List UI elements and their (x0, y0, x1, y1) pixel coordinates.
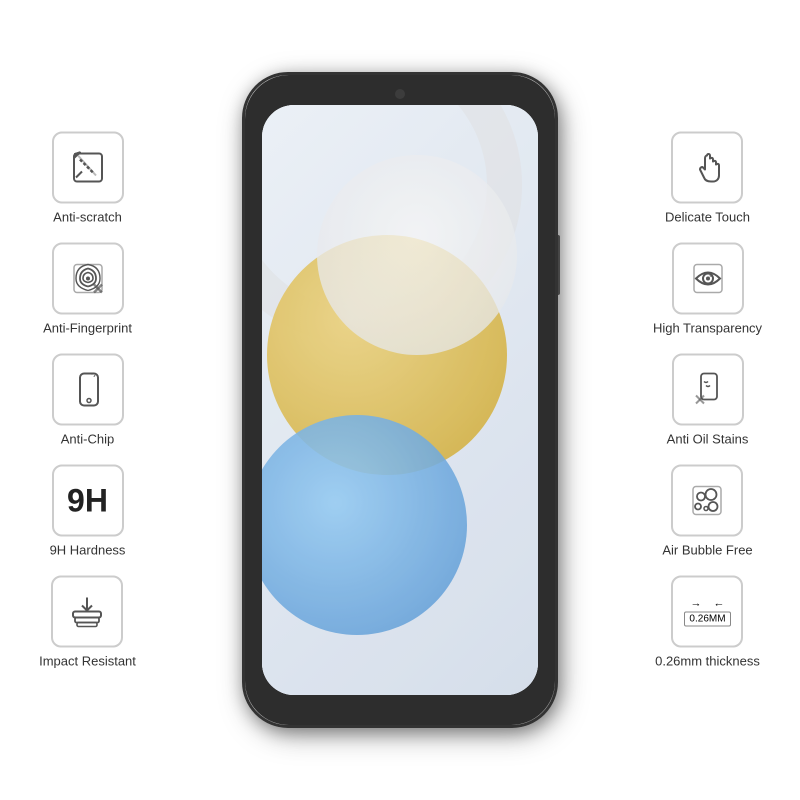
bubble-icon-box (671, 465, 743, 537)
delicate-touch-label: Delicate Touch (665, 210, 750, 225)
main-container: Anti-scratch Anti-Fingerprint (0, 0, 800, 800)
anti-chip-label: Anti-Chip (61, 432, 114, 447)
touch-icon (685, 146, 729, 190)
thickness-inner: → ← 0.26MM (684, 597, 730, 626)
impact-icon-box (51, 576, 123, 648)
feature-anti-fingerprint: Anti-Fingerprint (43, 243, 132, 336)
thickness-arrows: → ← (690, 597, 724, 609)
touch-icon-box (671, 132, 743, 204)
oil-icon (686, 368, 730, 412)
oil-icon-box (672, 354, 744, 426)
feature-air-bubble-free: Air Bubble Free (662, 465, 752, 558)
impact-resistant-label: Impact Resistant (39, 654, 136, 669)
high-transparency-label: High Transparency (653, 321, 762, 336)
9h-icon-box: 9H (52, 465, 124, 537)
bubble-icon (685, 479, 729, 523)
arrow-left: ← (713, 597, 724, 609)
anti-oil-label: Anti Oil Stains (667, 432, 749, 447)
thickness-label: 0.26mm thickness (655, 654, 760, 669)
feature-delicate-touch: Delicate Touch (665, 132, 750, 225)
anti-scratch-icon-box (52, 132, 124, 204)
measurement-box: 0.26MM (684, 611, 730, 626)
feature-impact-resistant: Impact Resistant (39, 576, 136, 669)
anti-scratch-label: Anti-scratch (53, 210, 122, 225)
transparency-icon-box (672, 243, 744, 315)
arrow-right: → (690, 597, 701, 609)
9h-label: 9H (67, 482, 108, 519)
feature-anti-chip: Anti-Chip (52, 354, 124, 447)
impact-icon (65, 590, 109, 634)
feature-thickness: → ← 0.26MM 0.26mm thickness (655, 576, 760, 669)
chip-icon (66, 368, 110, 412)
scratch-icon (66, 146, 110, 190)
anti-fingerprint-icon-box (52, 243, 124, 315)
feature-high-transparency: High Transparency (653, 243, 762, 336)
feature-9h-hardness: 9H 9H Hardness (50, 465, 126, 558)
phone-wrapper (245, 75, 555, 725)
feature-anti-oil-stains: Anti Oil Stains (667, 354, 749, 447)
thickness-icon-box: → ← 0.26MM (671, 576, 743, 648)
feature-anti-scratch: Anti-scratch (52, 132, 124, 225)
anti-fingerprint-label: Anti-Fingerprint (43, 321, 132, 336)
glass-protector (242, 72, 558, 728)
fingerprint-icon (66, 257, 110, 301)
anti-chip-icon-box (52, 354, 124, 426)
right-features: Delicate Touch High Transparency (625, 132, 790, 669)
measurement-value: 0.26MM (689, 613, 725, 624)
9h-hardness-label: 9H Hardness (50, 543, 126, 558)
air-bubble-label: Air Bubble Free (662, 543, 752, 558)
left-features: Anti-scratch Anti-Fingerprint (10, 132, 165, 669)
eye-icon (686, 257, 730, 301)
